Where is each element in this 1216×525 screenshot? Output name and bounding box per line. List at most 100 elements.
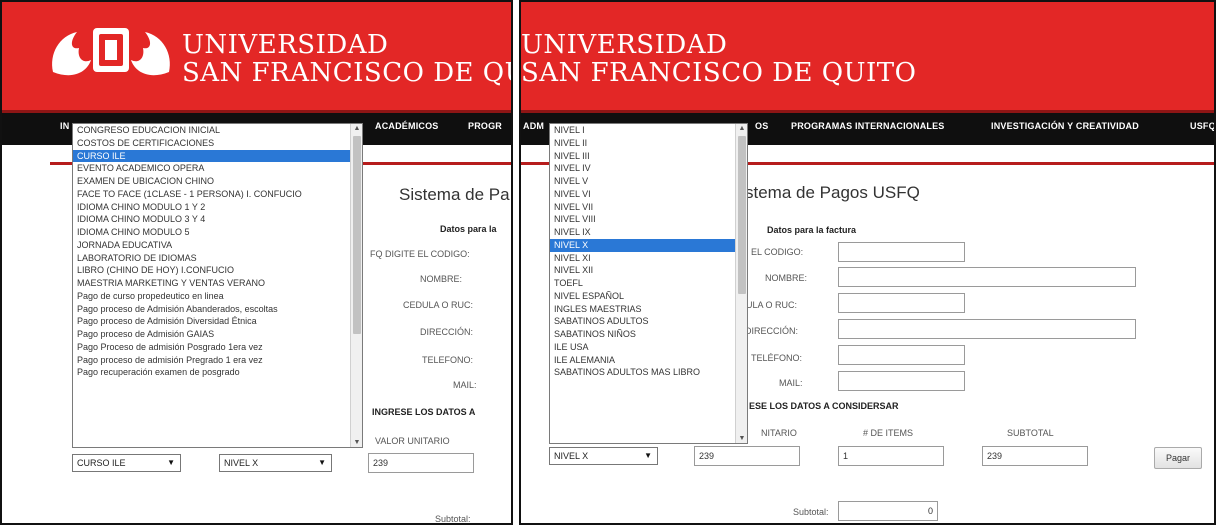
dropdown-arrow-icon: ▼ (167, 458, 175, 467)
dropdown-option[interactable]: Pago Proceso de admisión Posgrado 1era v… (73, 341, 362, 354)
enter-data-title: ESE LOS DATOS A CONSIDERSAR (749, 401, 899, 411)
scroll-up-icon[interactable]: ▲ (736, 125, 747, 132)
subtotal-label: Subtotal: (793, 507, 829, 517)
dropdown-option[interactable]: NIVEL VIII (550, 213, 747, 226)
nav-item-programas[interactable]: PROGR (468, 121, 502, 131)
scrollbar-thumb[interactable] (353, 136, 361, 334)
nav-item-truncated[interactable]: ADM (523, 121, 544, 131)
dropdown-option[interactable]: NIVEL XII (550, 264, 747, 277)
scroll-down-icon[interactable]: ▼ (736, 435, 747, 442)
header-banner: UNIVERSIDAD SAN FRANCISCO DE QUITO (521, 2, 1214, 110)
dropdown-option[interactable]: LIBRO (CHINO DE HOY) I.CONFUCIO (73, 264, 362, 277)
phone-label: TELEFONO: (422, 355, 474, 365)
dropdown-option[interactable]: IDIOMA CHINO MODULO 1 Y 2 (73, 201, 362, 214)
dropdown-option[interactable]: ILE USA (550, 341, 747, 354)
dropdown-option-selected[interactable]: NIVEL X (550, 238, 747, 252)
id-label: ULA O RUC: (746, 300, 798, 310)
dropdown-option[interactable]: NIVEL VII (550, 201, 747, 214)
dropdown-option[interactable]: MAESTRIA MARKETING Y VENTAS VERANO (73, 277, 362, 290)
page-title: stema de Pagos USFQ (745, 183, 920, 202)
nav-item-truncated-2[interactable]: OS (755, 121, 768, 131)
dropdown-option[interactable]: Pago proceso de Admisión Diversidad Étni… (73, 315, 362, 328)
dropdown-option[interactable]: NIVEL V (550, 175, 747, 188)
name-input[interactable] (838, 267, 1136, 287)
dropdown-option[interactable]: Pago proceso de admisión Pregrado 1 era … (73, 354, 362, 367)
id-label: CEDULA O RUC: (403, 300, 474, 310)
pay-button[interactable]: Pagar (1154, 447, 1202, 469)
dropdown-option[interactable]: ILE ALEMANIA (550, 354, 747, 367)
level-dropdown-list[interactable]: NIVEL I NIVEL II NIVEL III NIVEL IV NIVEL VN… (549, 123, 748, 444)
nav-item-usfq[interactable]: USFQ (1190, 121, 1214, 131)
nav-item-academicos[interactable]: ACADÉMICOS (375, 121, 439, 131)
dropdown-option[interactable]: CONGRESO EDUCACION INICIAL (73, 124, 362, 137)
dropdown-option[interactable]: FACE TO FACE (1CLASE - 1 PERSONA) I. CON… (73, 188, 362, 201)
items-input[interactable]: 1 (838, 446, 944, 466)
dropdown-scrollbar[interactable]: ▲ ▼ (735, 124, 747, 443)
dropdown-option[interactable]: Pago recuperación examen de posgrado (73, 366, 362, 379)
phone-label: TELÉFONO: (751, 353, 803, 363)
dropdown-option[interactable]: EXAMEN DE UBICACION CHINO (73, 175, 362, 188)
items-header: # DE ITEMS (863, 428, 914, 438)
dropdown-option[interactable]: SABATINOS NIÑOS (550, 328, 747, 341)
mail-input[interactable] (838, 371, 965, 391)
brand-line1: UNIVERSIDAD (521, 30, 728, 60)
level-select[interactable]: NIVEL X ▼ (549, 447, 658, 465)
phone-input[interactable] (838, 345, 965, 365)
name-label: NOMBRE: (765, 273, 808, 283)
dropdown-option[interactable]: SABATINOS ADULTOS MAS LIBRO (550, 366, 747, 379)
dropdown-option[interactable]: LABORATORIO DE IDIOMAS (73, 252, 362, 265)
course-select[interactable]: CURSO ILE ▼ (72, 454, 181, 472)
id-input[interactable] (838, 293, 965, 313)
address-label: DIRECCIÓN: (745, 326, 799, 336)
dropdown-option[interactable]: NIVEL ESPAÑOL (550, 290, 747, 303)
dropdown-option[interactable]: NIVEL XI (550, 252, 747, 265)
level-select-value: NIVEL X (224, 458, 259, 468)
unit-price-input[interactable]: 239 (694, 446, 800, 466)
level-select[interactable]: NIVEL X ▼ (219, 454, 332, 472)
dropdown-option[interactable]: NIVEL III (550, 150, 747, 163)
dropdown-option[interactable]: TOEFL (550, 277, 747, 290)
dropdown-option[interactable]: Pago proceso de Admisión GAIAS (73, 328, 362, 341)
dropdown-option[interactable]: NIVEL VI (550, 188, 747, 201)
dropdown-option[interactable]: Pago proceso de Admisión Abanderados, es… (73, 303, 362, 316)
scrollbar-thumb[interactable] (738, 136, 746, 294)
nav-item-investigacion[interactable]: INVESTIGACIÓN Y CREATIVIDAD (991, 121, 1139, 131)
dropdown-option[interactable]: IDIOMA CHINO MODULO 3 Y 4 (73, 213, 362, 226)
scroll-down-icon[interactable]: ▼ (351, 439, 362, 446)
dropdown-option[interactable]: NIVEL IV (550, 162, 747, 175)
dropdown-option[interactable]: INGLES MAESTRIAS (550, 303, 747, 316)
course-dropdown-list[interactable]: CONGRESO EDUCACION INICIAL COSTOS DE CERT… (72, 123, 363, 448)
address-label: DIRECCIÓN: (420, 327, 474, 337)
address-input[interactable] (838, 319, 1136, 339)
unit-price-header: NITARIO (761, 428, 797, 438)
code-input[interactable] (838, 242, 965, 262)
dropdown-option[interactable]: IDIOMA CHINO MODULO 5 (73, 226, 362, 239)
subtotal-header: SUBTOTAL (1007, 428, 1054, 438)
code-label: FQ DIGITE EL CODIGO: (370, 249, 470, 259)
dropdown-option[interactable]: COSTOS DE CERTIFICACIONES (73, 137, 362, 150)
dropdown-option[interactable]: NIVEL I (550, 124, 747, 137)
nav-item-programas-internacionales[interactable]: PROGRAMAS INTERNACIONALES (791, 121, 945, 131)
right-screenshot-panel: UNIVERSIDAD SAN FRANCISCO DE QUITO ADM O… (519, 0, 1216, 525)
left-screenshot-panel: UNIVERSIDAD SAN FRANCISCO DE QUITO IN AC… (0, 0, 513, 525)
brand-line2: SAN FRANCISCO DE QUITO (521, 58, 917, 88)
brand-line2: SAN FRANCISCO DE QUITO (182, 58, 511, 88)
brand-line1: UNIVERSIDAD (182, 30, 389, 60)
dropdown-scrollbar[interactable]: ▲ ▼ (350, 124, 362, 447)
dropdown-option[interactable]: SABATINOS ADULTOS (550, 315, 747, 328)
invoice-section-title: Datos para la (440, 224, 497, 234)
subtotal-total-input: 0 (838, 501, 938, 521)
dropdown-option[interactable]: Pago de curso propedeutico en linea (73, 290, 362, 303)
dropdown-option-selected[interactable]: CURSO ILE (73, 149, 362, 163)
scroll-up-icon[interactable]: ▲ (351, 125, 362, 132)
nav-item-truncated[interactable]: IN (60, 121, 69, 131)
name-label: NOMBRE: (420, 274, 463, 284)
unit-price-input[interactable]: 239 (368, 453, 474, 473)
dropdown-option[interactable]: NIVEL II (550, 137, 747, 150)
dropdown-option[interactable]: NIVEL IX (550, 226, 747, 239)
code-label: EL CODIGO: (751, 247, 804, 257)
mail-label: MAIL: (453, 380, 477, 390)
usfq-dragon-logo-icon (52, 28, 170, 76)
dropdown-option[interactable]: EVENTO ACADEMICO OPERA (73, 162, 362, 175)
dropdown-option[interactable]: JORNADA EDUCATIVA (73, 239, 362, 252)
